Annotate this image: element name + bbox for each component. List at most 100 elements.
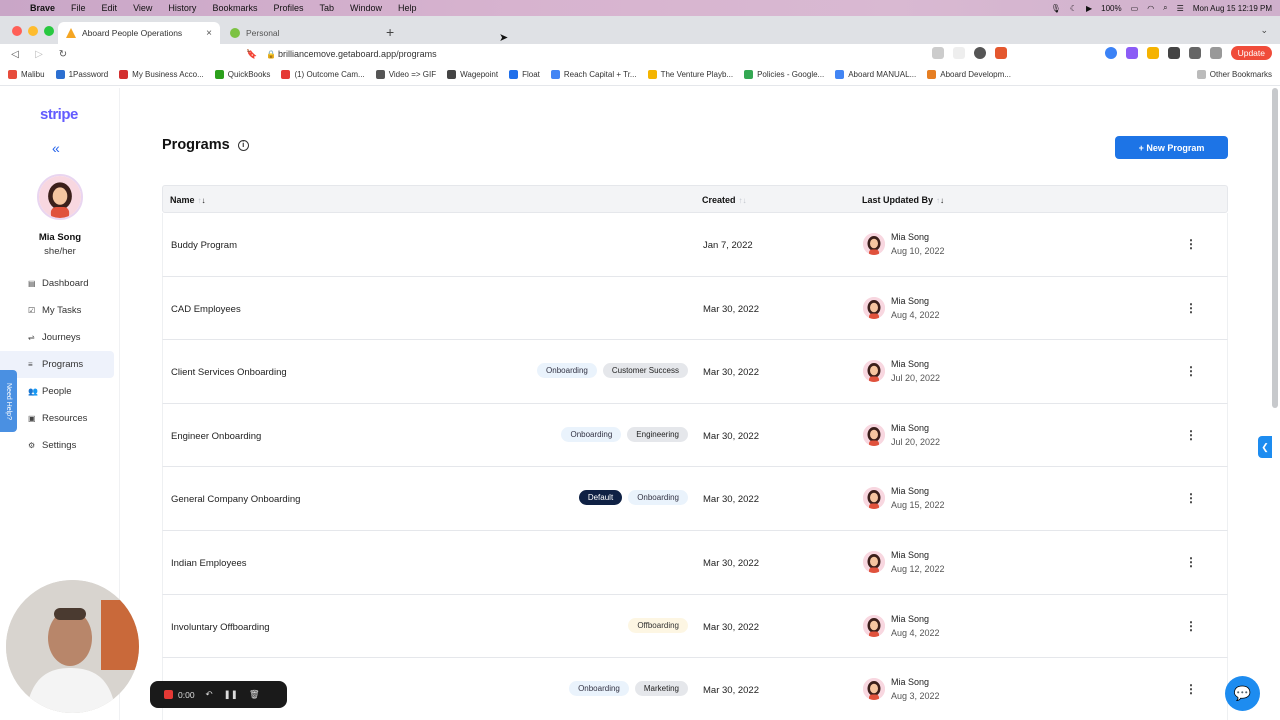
menu-bookmarks[interactable]: Bookmarks xyxy=(204,3,265,13)
row-menu-icon[interactable]: ⋮ xyxy=(1185,555,1197,569)
row-menu-icon[interactable]: ⋮ xyxy=(1185,301,1197,315)
forward-icon[interactable]: ▷ xyxy=(30,49,48,60)
minimize-window-icon[interactable] xyxy=(28,26,38,36)
avatar[interactable] xyxy=(863,550,885,573)
tab-personal[interactable]: Personal xyxy=(222,22,372,44)
menu-help[interactable]: Help xyxy=(390,3,425,13)
table-row[interactable]: Indian Employees Mar 30, 2022 Mia Song A… xyxy=(162,530,1228,595)
info-icon[interactable]: i xyxy=(237,139,249,151)
sidebar-item-my-tasks[interactable]: ☑ My Tasks xyxy=(0,297,120,324)
control-center-icon[interactable]: ☰ xyxy=(1177,4,1184,13)
bookmark-item[interactable]: Policies - Google... xyxy=(744,70,824,79)
bookmark-item[interactable]: QuickBooks xyxy=(214,70,270,79)
avatar[interactable] xyxy=(863,360,885,383)
table-row[interactable]: General Company Onboarding Default Onboar… xyxy=(162,467,1228,531)
menu-edit[interactable]: Edit xyxy=(94,3,126,13)
table-row[interactable]: Engineer Onboarding Onboarding Engineerin… xyxy=(162,403,1228,468)
close-window-icon[interactable] xyxy=(12,26,22,36)
table-row[interactable]: CAD Employees Mar 30, 2022 Mia Song Aug … xyxy=(162,276,1228,341)
cast-icon[interactable] xyxy=(931,47,944,59)
zoom-icon[interactable] xyxy=(952,47,965,59)
table-row[interactable]: Client Services Onboarding Onboarding Cus… xyxy=(162,340,1228,404)
new-program-button[interactable]: + New Program xyxy=(1115,136,1228,159)
bookmark-item[interactable]: My Business Acco... xyxy=(119,70,204,79)
sort-icon[interactable]: ↑↓ xyxy=(936,196,944,205)
program-name[interactable]: Engineer Onboarding xyxy=(171,431,261,442)
avatar[interactable] xyxy=(863,614,885,637)
wifi-icon[interactable]: ◠ xyxy=(1147,4,1154,13)
avatar[interactable] xyxy=(863,233,885,255)
menu-view[interactable]: View xyxy=(125,3,160,13)
bookmark-item[interactable]: Wagepoint xyxy=(447,70,498,79)
address-bar[interactable]: 🔖 🔒 brilliancemove.getaboard.app/program… xyxy=(240,46,940,62)
bookmark-item[interactable]: (1) Outcome Cam... xyxy=(281,70,365,79)
tab-list-chevron-icon[interactable]: ⌄ xyxy=(1260,25,1268,36)
puzzle-icon[interactable] xyxy=(1167,47,1180,59)
program-name[interactable]: General Company Onboarding xyxy=(171,494,300,505)
bookmark-item[interactable]: Aboard MANUAL... xyxy=(835,70,916,79)
lock-icon[interactable]: 🔒 xyxy=(264,50,278,59)
sidebar-item-programs[interactable]: ≡ Programs xyxy=(0,351,114,378)
menu-history[interactable]: History xyxy=(160,3,204,13)
program-name[interactable]: Client Services Onboarding xyxy=(171,367,287,378)
row-menu-icon[interactable]: ⋮ xyxy=(1185,428,1197,442)
search-icon[interactable]: ⌕ xyxy=(1163,3,1167,13)
row-menu-icon[interactable]: ⋮ xyxy=(1185,619,1197,633)
bookmark-item[interactable]: Malibu xyxy=(8,70,45,79)
need-help-tab[interactable]: Need Help? xyxy=(0,370,17,432)
avatar[interactable] xyxy=(863,678,885,701)
avatar[interactable] xyxy=(863,487,885,510)
row-menu-icon[interactable]: ⋮ xyxy=(1185,682,1197,696)
bookmark-item[interactable]: Aboard Developm... xyxy=(927,70,1011,79)
avatar[interactable] xyxy=(863,296,885,319)
sidebar-icon[interactable] xyxy=(1209,47,1222,59)
sidebar-item-dashboard[interactable]: ▤ Dashboard xyxy=(0,270,120,297)
maximize-window-icon[interactable] xyxy=(44,26,54,36)
menu-window[interactable]: Window xyxy=(342,3,390,13)
company-logo[interactable]: stripe xyxy=(40,106,78,123)
program-name[interactable]: Involuntary Offboarding xyxy=(171,622,270,633)
reading-list-icon[interactable] xyxy=(1188,47,1201,59)
tab-aboard-people-operations[interactable]: Aboard People Operations × xyxy=(58,22,220,44)
url-text[interactable]: brilliancemove.getaboard.app/programs xyxy=(278,49,437,59)
new-tab-button[interactable]: + xyxy=(386,24,394,40)
extension-icon[interactable] xyxy=(1125,47,1138,59)
other-bookmarks[interactable]: Other Bookmarks xyxy=(1196,70,1272,79)
pause-icon[interactable]: ❚❚ xyxy=(224,689,238,700)
webcam-overlay[interactable] xyxy=(6,580,139,713)
collapse-sidebar-icon[interactable]: « xyxy=(52,140,60,156)
close-tab-icon[interactable]: × xyxy=(206,28,212,39)
onepassword-extension-icon[interactable] xyxy=(1104,47,1117,59)
menu-profiles[interactable]: Profiles xyxy=(265,3,311,13)
bookmark-item[interactable]: Float xyxy=(509,70,540,79)
column-header-name[interactable]: Name ↑↓ xyxy=(170,195,206,205)
chat-support-button[interactable]: 💬 xyxy=(1225,676,1260,711)
play-icon[interactable]: ▶ xyxy=(1086,4,1092,13)
menubar-clock[interactable]: Mon Aug 15 12:19 PM xyxy=(1193,4,1272,13)
row-menu-icon[interactable]: ⋮ xyxy=(1185,491,1197,505)
stop-recording-icon[interactable] xyxy=(164,690,173,699)
undo-icon[interactable]: ↶ xyxy=(206,689,213,700)
bookmark-item[interactable]: Reach Capital + Tr... xyxy=(550,70,637,79)
bookmark-icon[interactable]: 🔖 xyxy=(240,49,264,60)
column-header-last-updated[interactable]: Last Updated By ↑↓ xyxy=(862,195,944,205)
menu-file[interactable]: File xyxy=(63,3,94,13)
sort-icon[interactable]: ↑↓ xyxy=(198,196,206,205)
microphone-icon[interactable]: 🎙 xyxy=(1051,4,1061,13)
sidebar-item-resources[interactable]: ▣ Resources xyxy=(0,405,120,432)
avatar[interactable] xyxy=(37,174,83,220)
sort-icon[interactable]: ↑↓ xyxy=(739,196,747,205)
moon-icon[interactable]: ☾ xyxy=(1070,4,1077,13)
battery-icon[interactable]: ▭ xyxy=(1131,4,1139,13)
trash-icon[interactable]: 🗑 xyxy=(249,689,260,700)
update-button[interactable]: Update xyxy=(1230,46,1272,60)
table-row[interactable]: Buddy Program Jan 7, 2022 Mia Song Aug 1… xyxy=(162,213,1228,277)
avatar[interactable] xyxy=(863,423,885,446)
back-icon[interactable]: ◁ xyxy=(6,49,24,60)
brave-shields-icon[interactable] xyxy=(973,47,986,59)
menu-tab[interactable]: Tab xyxy=(311,3,342,13)
program-name[interactable]: Buddy Program xyxy=(171,240,237,251)
bookmark-item[interactable]: Video => GIF xyxy=(375,70,436,79)
table-row[interactable]: Onboarding Marketing Mar 30, 2022 Mia Son… xyxy=(162,658,1228,720)
bookmark-item[interactable]: The Venture Playb... xyxy=(647,70,733,79)
